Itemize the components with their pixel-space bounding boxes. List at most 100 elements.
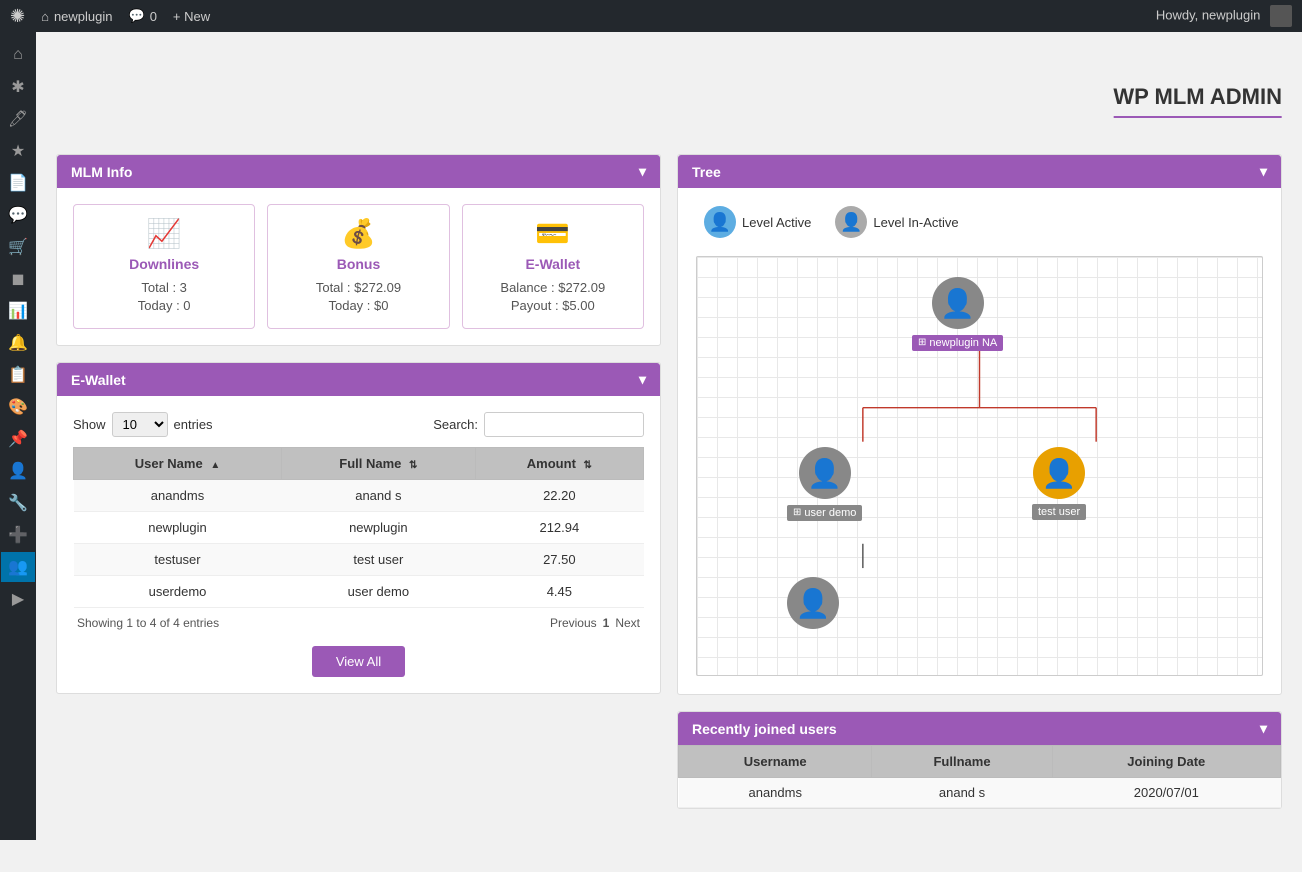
cell-fullname: user demo	[282, 576, 476, 608]
joined-table-row: anandms anand s 2020/07/01	[679, 778, 1281, 808]
sidebar: ⌂ ✱ 🖊 ★ 📄 💬 🛒 ◼ 📊 🔔 📋 🎨 📌 👤 🔧 ➕ 👥 ▶	[0, 32, 36, 840]
new-content-link[interactable]: + New	[173, 9, 210, 24]
right-avatar: 👤	[1033, 447, 1085, 499]
sidebar-item-notifications[interactable]: 🔔	[1, 328, 35, 358]
sidebar-item-mlm[interactable]: 👥	[1, 552, 35, 582]
current-page[interactable]: 1	[603, 616, 610, 630]
sidebar-item-content[interactable]: 📋	[1, 360, 35, 390]
cell-username: testuser	[74, 544, 282, 576]
new-content-label: + New	[173, 9, 210, 24]
ewallet-title: E-Wallet	[479, 256, 627, 272]
sidebar-item-add[interactable]: ➕	[1, 520, 35, 550]
ewallet-payout: Payout : $5.00	[479, 298, 627, 313]
prev-page[interactable]: Previous	[550, 616, 597, 630]
comments-icon: 💬	[129, 8, 145, 24]
sidebar-item-tools[interactable]: 🔧	[1, 488, 35, 518]
site-name: newplugin	[54, 9, 113, 24]
root-avatar: 👤	[932, 277, 984, 329]
tree-body: 👤 Level Active 👤 Level In-Active	[678, 188, 1281, 694]
cell-username: anandms	[74, 480, 282, 512]
entries-label: entries	[174, 417, 213, 432]
sidebar-item-dashboard[interactable]: ⌂	[1, 40, 35, 70]
recently-joined-body: Username Fullname Joining Date anandms a…	[678, 745, 1281, 808]
recently-joined-panel: Recently joined users ▾ Username Fullnam…	[677, 711, 1282, 809]
sidebar-item-media[interactable]: ▶	[1, 584, 35, 614]
ewallet-collapse-icon[interactable]: ▾	[639, 371, 646, 388]
admin-bar: ✺ ⌂ newplugin 💬 0 + New Howdy, newplugin	[0, 0, 1302, 32]
tree-node-bottom: 👤	[787, 577, 839, 633]
joined-cell-username: anandms	[679, 778, 872, 808]
left-avatar: 👤	[799, 447, 851, 499]
table-footer: Showing 1 to 4 of 4 entries Previous 1 N…	[73, 608, 644, 638]
sidebar-item-appearance[interactable]: 🎨	[1, 392, 35, 422]
search-label: Search:	[433, 417, 478, 432]
sidebar-item-posts[interactable]: 🖊	[1, 104, 35, 134]
col-amount[interactable]: Amount ⇅	[475, 448, 643, 480]
bonus-card: 💰 Bonus Total : $272.09 Today : $0	[267, 204, 449, 329]
sidebar-item-woocommerce[interactable]: 🛒	[1, 232, 35, 262]
downlines-total: Total : 3	[90, 280, 238, 295]
view-all-button[interactable]: View All	[312, 646, 405, 677]
sidebar-item-products[interactable]: ◼	[1, 264, 35, 294]
ewallet-body: Show 10 25 50 100 entries Search:	[57, 396, 660, 693]
mlm-cards: 📈 Downlines Total : 3 Today : 0 💰 Bonus …	[73, 204, 644, 329]
next-page[interactable]: Next	[615, 616, 640, 630]
tree-panel: Tree ▾ 👤 Level Active 👤 Level In-Active	[677, 154, 1282, 695]
admin-avatar	[1270, 5, 1292, 27]
col-fullname[interactable]: Full Name ⇅	[282, 448, 476, 480]
tree-legend: 👤 Level Active 👤 Level In-Active	[688, 198, 1271, 246]
sidebar-item-comments[interactable]: 💬	[1, 200, 35, 230]
cell-fullname: test user	[282, 544, 476, 576]
joined-col-date: Joining Date	[1052, 746, 1280, 778]
ewallet-panel-title: E-Wallet	[71, 372, 126, 388]
howdy-text: Howdy, newplugin	[1156, 7, 1261, 22]
recently-joined-collapse-icon[interactable]: ▾	[1260, 720, 1267, 737]
root-label: ⊞ newplugin NA	[912, 335, 1003, 351]
legend-active-avatar: 👤	[704, 206, 736, 238]
site-name-link[interactable]: ⌂ newplugin	[41, 9, 112, 24]
sidebar-item-users[interactable]: 👤	[1, 456, 35, 486]
comments-count: 0	[150, 9, 157, 24]
tree-canvas: 👤 ⊞ newplugin NA 👤 ⊞ user demo	[696, 256, 1263, 676]
legend-inactive: 👤 Level In-Active	[835, 206, 958, 238]
cell-username: newplugin	[74, 512, 282, 544]
legend-active: 👤 Level Active	[704, 206, 811, 238]
joined-col-username: Username	[679, 746, 872, 778]
bonus-total: Total : $272.09	[284, 280, 432, 295]
sidebar-item-plugins[interactable]: 📌	[1, 424, 35, 454]
col-username[interactable]: User Name ▲	[74, 448, 282, 480]
ewallet-header: E-Wallet ▾	[57, 363, 660, 396]
search-input[interactable]	[484, 412, 644, 437]
mlm-info-body: 📈 Downlines Total : 3 Today : 0 💰 Bonus …	[57, 188, 660, 345]
page-title: WP MLM ADMIN	[1113, 84, 1282, 118]
home-icon: ⌂	[41, 9, 49, 24]
wp-logo-link[interactable]: ✺	[10, 6, 25, 27]
ewallet-panel: E-Wallet ▾ Show 10 25 50 100	[56, 362, 661, 694]
sidebar-item-analytics[interactable]: 📊	[1, 296, 35, 326]
downlines-icon: 📈	[90, 217, 238, 250]
comments-link[interactable]: 💬 0	[129, 8, 157, 24]
entries-select[interactable]: 10 25 50 100	[112, 412, 168, 437]
recently-joined-table: Username Fullname Joining Date anandms a…	[678, 745, 1281, 808]
table-row: anandms anand s 22.20	[74, 480, 644, 512]
legend-inactive-avatar: 👤	[835, 206, 867, 238]
mlm-info-collapse-icon[interactable]: ▾	[639, 163, 646, 180]
main-content: WP MLM ADMIN MLM Info ▾ 📈 Downlines Tota…	[36, 64, 1302, 872]
joined-cell-date: 2020/07/01	[1052, 778, 1280, 808]
show-label: Show	[73, 417, 106, 432]
tree-collapse-icon[interactable]: ▾	[1260, 163, 1267, 180]
ewallet-table: User Name ▲ Full Name ⇅ Amount ⇅ anandms…	[73, 447, 644, 608]
ewallet-balance: Balance : $272.09	[479, 280, 627, 295]
amount-sort-icon: ⇅	[584, 460, 592, 471]
ewallet-icon: 💳	[479, 217, 627, 250]
sidebar-item-favorites[interactable]: ★	[1, 136, 35, 166]
mlm-info-panel: MLM Info ▾ 📈 Downlines Total : 3 Today :…	[56, 154, 661, 346]
sidebar-item-settings[interactable]: ✱	[1, 72, 35, 102]
bonus-today: Today : $0	[284, 298, 432, 313]
mlm-info-header: MLM Info ▾	[57, 155, 660, 188]
cell-amount: 4.45	[475, 576, 643, 608]
right-label: test user	[1032, 504, 1086, 520]
recently-joined-title: Recently joined users	[692, 721, 837, 737]
cell-amount: 27.50	[475, 544, 643, 576]
sidebar-item-pages[interactable]: 📄	[1, 168, 35, 198]
